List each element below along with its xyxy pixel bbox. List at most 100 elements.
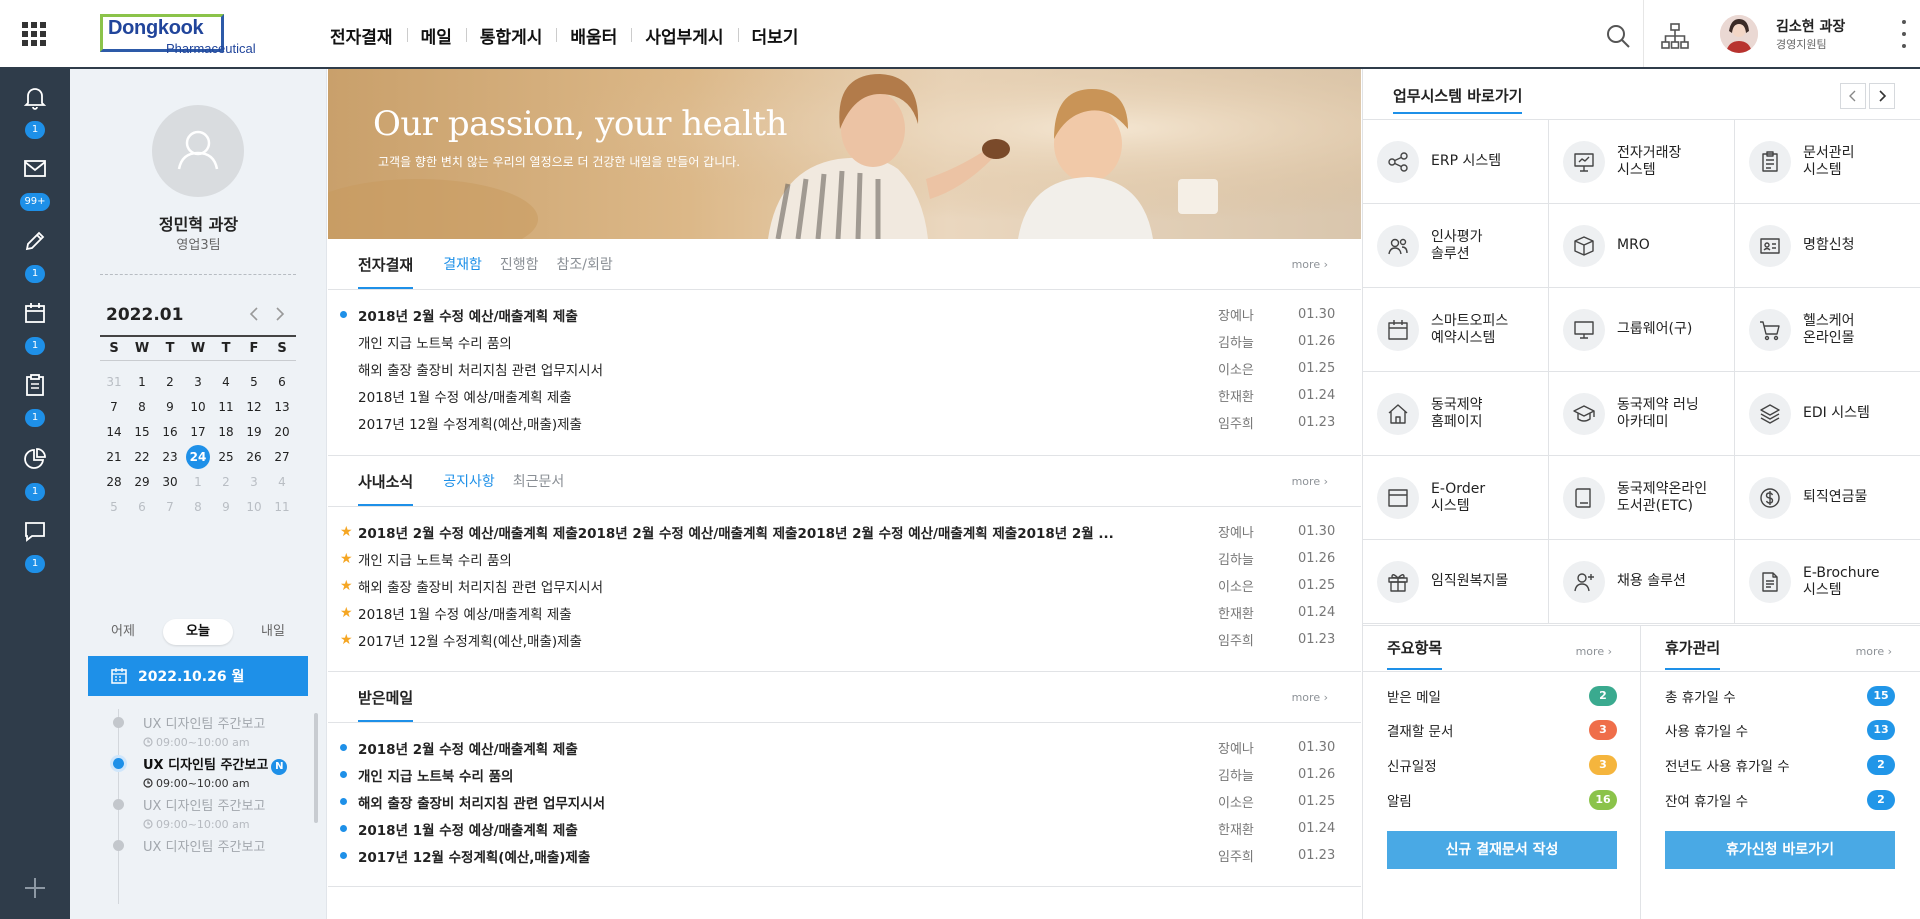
selected-date-bar[interactable]: 2022.10.26 월 [88, 656, 308, 696]
system-link[interactable]: MRO [1549, 204, 1735, 288]
list-row[interactable]: 2018년 2월 수정 예산/매출계획 제출 장예나 01.30 [340, 734, 1350, 761]
list-row[interactable]: ★ 해외 출장 출장비 처리지침 관련 업무지시서 이소은 01.25 [340, 572, 1350, 599]
gnb-mail[interactable]: 메일 [406, 23, 466, 48]
calendar-day[interactable]: 20 [268, 425, 296, 439]
gnb-division-board[interactable]: 사업부게시 [631, 23, 737, 48]
calendar-day[interactable]: 1 [184, 475, 212, 489]
gnb-learning[interactable]: 배움터 [556, 23, 631, 48]
calendar-day[interactable]: 1 [128, 375, 156, 389]
summary-row[interactable]: 신규일정 3 [1387, 753, 1617, 777]
tab-approval-reference[interactable]: 참조/회람 [556, 254, 612, 274]
calendar-day[interactable]: 8 [184, 500, 212, 514]
summary-row[interactable]: 총 휴가일 수 15 [1665, 684, 1895, 708]
calendar-day[interactable]: 10 [240, 500, 268, 514]
calendar-day[interactable]: 10 [184, 400, 212, 414]
list-row[interactable]: 해외 출장 출장비 처리지침 관련 업무지시서 이소은 01.25 [340, 788, 1350, 815]
system-link[interactable]: 퇴직연금물 [1735, 456, 1920, 540]
news-title[interactable]: 사내소식 [358, 471, 414, 506]
calendar-day[interactable]: 15 [128, 425, 156, 439]
calendar-day[interactable]: 19 [240, 425, 268, 439]
calendar-day[interactable]: 21 [100, 450, 128, 464]
new-approval-button[interactable]: 신규 결재문서 작성 [1387, 831, 1617, 869]
summary-row[interactable]: 전년도 사용 휴가일 수 2 [1665, 753, 1895, 777]
system-link[interactable]: E-Brochure 시스템 [1735, 540, 1920, 624]
calendar-day[interactable]: 13 [268, 400, 296, 414]
calendar-day[interactable]: 6 [128, 500, 156, 514]
list-row[interactable]: 2018년 1월 수정 예상/매출계획 제출 한재환 01.24 [340, 815, 1350, 842]
calendar-day[interactable]: 7 [156, 500, 184, 514]
summary-row[interactable]: 받은 메일 2 [1387, 684, 1617, 708]
gnb-approval[interactable]: 전자결재 [316, 23, 407, 48]
approval-title[interactable]: 전자결재 [358, 254, 414, 289]
calendar-day[interactable]: 3 [184, 375, 212, 389]
calendar-day[interactable]: 7 [100, 400, 128, 414]
systems-next-button[interactable] [1869, 83, 1895, 109]
system-link[interactable]: 동국제약온라인 도서관(ETC) [1549, 456, 1735, 540]
rail-notifications[interactable]: 1 [0, 69, 70, 139]
calendar-day[interactable]: 5 [240, 375, 268, 389]
calendar-day[interactable]: 8 [128, 400, 156, 414]
system-link[interactable]: 전자거래장 시스템 [1549, 120, 1735, 204]
calendar-day[interactable]: 4 [212, 375, 240, 389]
system-link[interactable]: 동국제약 러닝 아카데미 [1549, 372, 1735, 456]
calendar-day[interactable]: 11 [212, 400, 240, 414]
chevron-left-icon[interactable] [246, 305, 264, 323]
key-items-more-link[interactable]: more › [1576, 645, 1612, 658]
system-link[interactable]: 인사평가 솔루션 [1363, 204, 1549, 288]
list-row[interactable]: ★ 2017년 12월 수정계획(예산,매출)제출 임주희 01.23 [340, 626, 1350, 653]
org-chart-icon[interactable] [1660, 22, 1690, 50]
mail-title[interactable]: 받은메일 [358, 687, 414, 722]
calendar-day[interactable]: 27 [268, 450, 296, 464]
rail-messenger[interactable]: 1 [0, 503, 70, 573]
calendar-day[interactable]: 3 [240, 475, 268, 489]
list-row[interactable]: 해외 출장 출장비 처리지침 관련 업무지시서 이소은 01.25 [340, 355, 1350, 382]
calendar-day[interactable]: 22 [128, 450, 156, 464]
mail-more-link[interactable]: more › [1292, 691, 1328, 704]
list-row[interactable]: ★ 2018년 1월 수정 예상/매출계획 제출 한재환 01.24 [340, 599, 1350, 626]
key-items-title[interactable]: 주요항목 [1387, 637, 1443, 670]
system-link[interactable]: 헬스케어 온라인몰 [1735, 288, 1920, 372]
calendar-day[interactable]: 2 [212, 475, 240, 489]
gnb-more[interactable]: 더보기 [737, 23, 813, 48]
system-link[interactable]: 스마트오피스 예약시스템 [1363, 288, 1549, 372]
tab-tomorrow[interactable]: 내일 [238, 619, 308, 645]
search-icon[interactable] [1604, 22, 1632, 50]
calendar-day[interactable]: 11 [268, 500, 296, 514]
calendar-day[interactable]: 24 [186, 444, 210, 469]
list-row[interactable]: 2017년 12월 수정계획(예산,매출)제출 임주희 01.23 [340, 842, 1350, 869]
list-row[interactable]: 2017년 12월 수정계획(예산,매출)제출 임주희 01.23 [340, 409, 1350, 436]
list-row[interactable]: 2018년 1월 수정 예상/매출계획 제출 한재환 01.24 [340, 382, 1350, 409]
calendar-day[interactable]: 26 [240, 450, 268, 464]
profile-avatar[interactable] [152, 105, 244, 197]
calendar-day[interactable]: 16 [156, 425, 184, 439]
avatar[interactable] [1720, 15, 1758, 53]
gnb-board[interactable]: 통합게시 [465, 23, 557, 48]
rail-calendar[interactable]: 1 [0, 285, 70, 355]
company-logo[interactable]: Dongkook Pharmaceutical [100, 14, 263, 56]
vacation-more-link[interactable]: more › [1856, 645, 1892, 658]
rail-approval[interactable]: 1 [0, 213, 70, 283]
system-link[interactable]: E-Order 시스템 [1363, 456, 1549, 540]
calendar-day[interactable]: 2 [156, 375, 184, 389]
system-link[interactable]: 임직원복지몰 [1363, 540, 1549, 624]
summary-row[interactable]: 사용 휴가일 수 13 [1665, 718, 1895, 742]
calendar-day[interactable]: 9 [212, 500, 240, 514]
tab-today[interactable]: 오늘 [163, 619, 233, 645]
system-link[interactable]: 명함신청 [1735, 204, 1920, 288]
summary-row[interactable]: 잔여 휴가일 수 2 [1665, 788, 1895, 812]
tab-approval-inbox[interactable]: 결재함 [443, 254, 482, 274]
calendar-day[interactable]: 12 [240, 400, 268, 414]
system-link[interactable]: ERP 시스템 [1363, 120, 1549, 204]
calendar-day[interactable]: 28 [100, 475, 128, 489]
scrollbar[interactable] [314, 713, 318, 823]
calendar-day[interactable]: 30 [156, 475, 184, 489]
add-icon[interactable] [22, 875, 48, 901]
rail-tasks[interactable]: 1 [0, 357, 70, 427]
chevron-right-icon[interactable] [270, 305, 288, 323]
summary-row[interactable]: 결재할 문서 3 [1387, 718, 1617, 742]
list-row[interactable]: ★ 개인 지급 노트북 수리 품의 김하늘 01.26 [340, 545, 1350, 572]
calendar-day[interactable]: 29 [128, 475, 156, 489]
calendar-day[interactable]: 23 [156, 450, 184, 464]
list-row[interactable]: 개인 지급 노트북 수리 품의 김하늘 01.26 [340, 328, 1350, 355]
list-row[interactable]: ★ 2018년 2월 수정 예산/매출계획 제출2018년 2월 수정 예산/매출… [340, 518, 1350, 545]
